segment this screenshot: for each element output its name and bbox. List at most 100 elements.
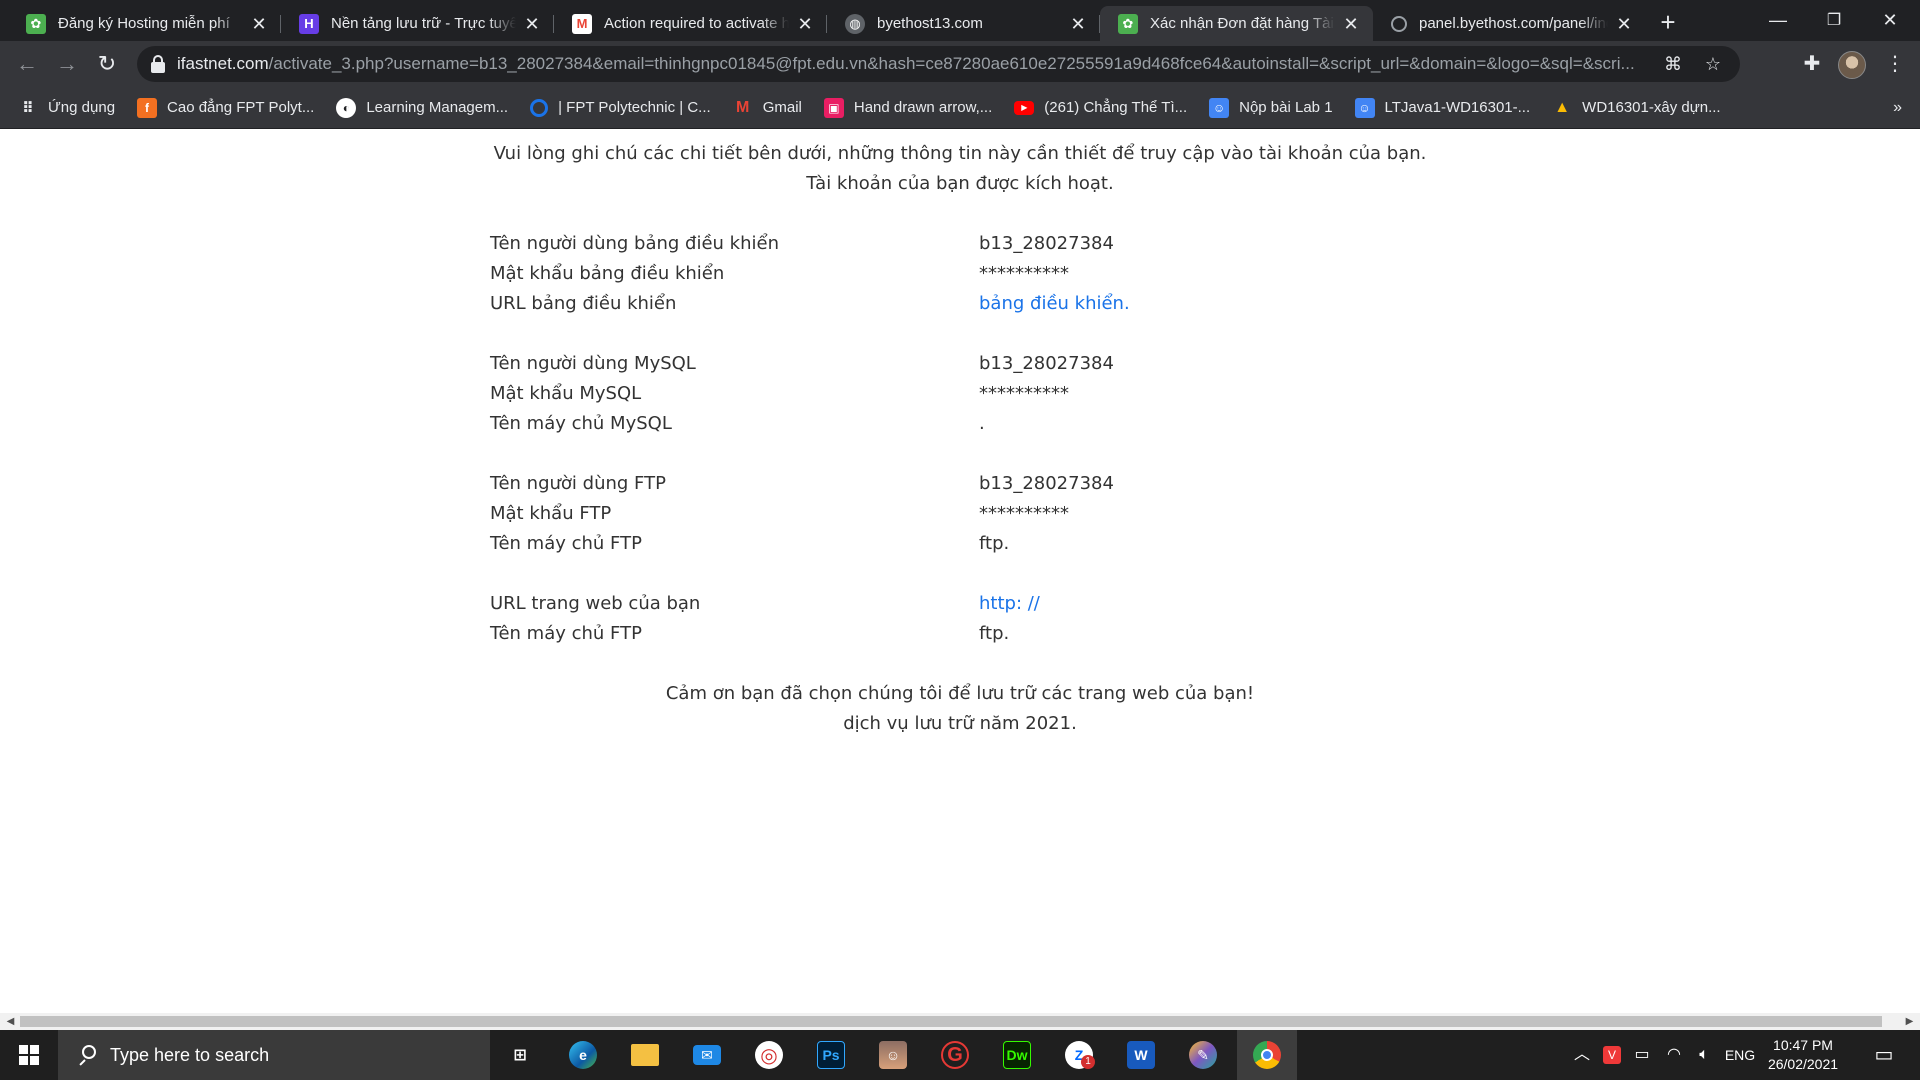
ftp-password-value: ********** [979, 503, 1069, 524]
bookmark-fpt-polytechnic[interactable]: f Cao đẳng FPT Polyt... [137, 93, 326, 123]
bookmark-apps[interactable]: ⠿ Ứng dụng [18, 93, 127, 123]
bookmark-gmail[interactable]: M Gmail [733, 93, 814, 123]
hostinger-favicon-icon: H [299, 13, 319, 34]
row-cp-password: Mật khẩu bảng điều khiển ********** [490, 259, 1290, 289]
battery-icon[interactable]: ▭ [1628, 1030, 1656, 1080]
page-content: Vui lòng ghi chú các chi tiết bên dưới, … [0, 129, 1920, 1013]
bookmark-nop-bai-lab[interactable]: ☺ Nộp bài Lab 1 [1209, 93, 1344, 123]
tab-title: byethost13.com [877, 15, 983, 32]
star-icon[interactable]: ☆ [1700, 51, 1726, 77]
bookmark-hand-drawn-arrow[interactable]: ▣ Hand drawn arrow,... [823, 93, 1004, 123]
row-mysql-password: Mật khẩu MySQL ********** [490, 379, 1290, 409]
close-icon[interactable]: ✕ [1341, 14, 1361, 34]
red-ring-app-button[interactable]: ◎ [749, 1035, 789, 1075]
bookmarks-bar: ⠿ Ứng dụng f Cao đẳng FPT Polyt... ◐ Lea… [0, 87, 1920, 129]
kebab-menu-icon[interactable]: ⋮ [1880, 49, 1910, 79]
photoshop-button[interactable]: Ps [811, 1035, 851, 1075]
tab-5[interactable]: panel.byethost.com/panel/index ✕ [1373, 6, 1646, 41]
show-hidden-icons-chevron-up-icon[interactable]: ︿ [1570, 1030, 1594, 1080]
notification-badge: 1 [1081, 1055, 1095, 1069]
site-url-label: URL trang web của bạn [490, 593, 701, 614]
volume-icon[interactable]: 🔈︎ [1690, 1030, 1718, 1080]
dreamweaver-button[interactable]: Dw [997, 1035, 1037, 1075]
row-ftp-username: Tên người dùng FTP b13_28027384 [490, 469, 1290, 499]
language-indicator[interactable]: ENG [1722, 1030, 1758, 1080]
edge-button[interactable]: e [563, 1035, 603, 1075]
bookmark-wd16301[interactable]: ▲ WD16301-xây dựn... [1552, 93, 1732, 123]
row-site-url: URL trang web của bạn http: // [490, 589, 1290, 619]
url-host: ifastnet.com [177, 54, 269, 73]
translate-icon[interactable]: ⌘ [1660, 51, 1686, 77]
back-button[interactable]: ← [12, 49, 42, 79]
scroll-right-arrow-icon[interactable]: ▶ [1901, 1013, 1918, 1030]
ftp-host-label: Tên máy chủ FTP [490, 623, 642, 644]
garena-button[interactable]: G [935, 1035, 975, 1075]
close-icon[interactable]: ✕ [1614, 14, 1634, 34]
tab-4-active[interactable]: ✿ Xác nhận Đơn đặt hàng Tài khoản ✕ [1100, 6, 1373, 41]
tab-title: Xác nhận Đơn đặt hàng Tài khoản [1150, 15, 1335, 32]
tab-0[interactable]: ✿ Đăng ký Hosting miễn phí ✕ [8, 6, 281, 41]
activation-status: Tài khoản của bạn được kích hoạt. [806, 173, 1114, 194]
mysql-password-value: ********** [979, 383, 1069, 404]
chrome-button-active[interactable] [1237, 1030, 1297, 1080]
word-button[interactable]: W [1121, 1035, 1161, 1075]
file-explorer-button[interactable] [625, 1035, 665, 1075]
bookmark-fpt-circle[interactable]: | FPT Polytechnic | C... [530, 93, 723, 123]
minimize-button[interactable]: — [1750, 0, 1806, 41]
mysql-username-value: b13_28027384 [979, 353, 1114, 374]
bookmark-ltjava[interactable]: ☺ LTJava1-WD16301-... [1354, 93, 1543, 123]
bookmark-youtube[interactable]: ▶ (261) Chẳng Thể Tì... [1014, 93, 1199, 123]
restore-button[interactable]: ❐ [1806, 0, 1862, 41]
youtube-icon: ▶ [1014, 100, 1035, 115]
start-button[interactable] [0, 1030, 58, 1080]
close-icon[interactable]: ✕ [795, 14, 815, 34]
horizontal-scrollbar[interactable]: ◀ ▶ [0, 1013, 1920, 1030]
paint-button[interactable]: ✎ [1183, 1035, 1223, 1075]
zalo-button[interactable]: Z 1 [1059, 1035, 1099, 1075]
bookmark-label: Cao đẳng FPT Polyt... [167, 99, 315, 116]
game-avatar-button[interactable]: ☺ [873, 1035, 913, 1075]
system-clock[interactable]: 10:47 PM 26/02/2021 [1758, 1036, 1848, 1074]
tab-1[interactable]: H Nền tảng lưu trữ - Trực tuyến ✕ [281, 6, 554, 41]
chrome-icon [1253, 1041, 1281, 1069]
new-tab-button[interactable]: + [1654, 8, 1682, 36]
freepik-icon: ▣ [823, 97, 844, 118]
row-ftp-host: Tên máy chủ FTP ftp. [490, 529, 1290, 559]
bookmark-label: | FPT Polytechnic | C... [558, 99, 711, 116]
bookmark-label: WD16301-xây dựn... [1582, 99, 1721, 116]
ftp-password-label: Mật khẩu FTP [490, 503, 612, 524]
vivaldi-tray-icon[interactable]: V [1600, 1030, 1624, 1080]
search-placeholder: Type here to search [110, 1044, 270, 1065]
bookmark-label: Ứng dụng [48, 99, 116, 116]
forward-button[interactable]: → [52, 49, 82, 79]
close-window-button[interactable]: ✕ [1862, 0, 1918, 41]
close-icon[interactable]: ✕ [1068, 14, 1088, 34]
task-view-button[interactable]: ⊞ [500, 1035, 540, 1075]
ftp-username-value: b13_28027384 [979, 473, 1114, 494]
scroll-left-arrow-icon[interactable]: ◀ [2, 1013, 19, 1030]
windows-logo-icon [19, 1045, 39, 1065]
mail-button[interactable]: ✉ [687, 1035, 727, 1075]
lock-icon[interactable] [151, 55, 165, 73]
profile-avatar[interactable] [1838, 51, 1866, 79]
ftp-host-value: ftp. [979, 533, 1010, 554]
notifications-icon[interactable]: ▭ [1866, 1030, 1902, 1080]
close-icon[interactable]: ✕ [522, 14, 542, 34]
close-icon[interactable]: ✕ [249, 14, 269, 34]
address-bar[interactable]: ifastnet.com/activate_3.php?username=b13… [137, 46, 1740, 82]
site-url-link[interactable]: http: // [979, 589, 1040, 619]
extensions-puzzle-icon[interactable]: ✚ [1797, 49, 1827, 79]
reload-button[interactable]: ↻ [92, 49, 122, 79]
row-cp-username: Tên người dùng bảng điều khiển b13_28027… [490, 229, 1290, 259]
browser-toolbar: ← → ↻ ifastnet.com/activate_3.php?userna… [0, 41, 1920, 87]
scrollbar-thumb[interactable] [20, 1016, 1882, 1027]
tab-3[interactable]: ◍ byethost13.com ✕ [827, 6, 1100, 41]
bookmarks-overflow-icon[interactable]: » [1893, 87, 1902, 129]
row-mysql-username: Tên người dùng MySQL b13_28027384 [490, 349, 1290, 379]
tab-2[interactable]: M Action required to activate hosting ✕ [554, 6, 827, 41]
taskbar-search-box[interactable]: Type here to search [58, 1030, 490, 1080]
url-text[interactable]: ifastnet.com/activate_3.php?username=b13… [177, 54, 1646, 74]
wifi-icon[interactable]: ◠ [1660, 1030, 1688, 1080]
bookmark-lms[interactable]: ◐ Learning Managem... [336, 93, 520, 123]
cp-url-link[interactable]: bảng điều khiển. [979, 289, 1130, 319]
